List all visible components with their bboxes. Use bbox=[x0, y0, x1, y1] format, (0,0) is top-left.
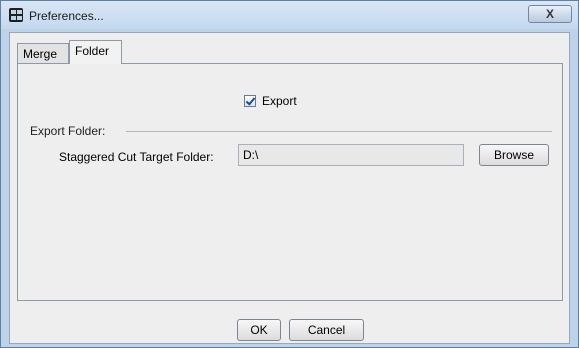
tab-merge[interactable]: Merge bbox=[17, 43, 69, 63]
group-divider bbox=[126, 131, 552, 132]
preferences-dialog: Preferences... X Merge Folder Export Exp… bbox=[0, 0, 579, 348]
target-folder-label: Staggered Cut Target Folder: bbox=[59, 150, 214, 164]
export-checkbox[interactable] bbox=[244, 95, 256, 107]
target-folder-input[interactable] bbox=[238, 144, 464, 166]
window-title: Preferences... bbox=[29, 9, 104, 23]
export-folder-group-title: Export Folder: bbox=[30, 124, 106, 138]
app-icon bbox=[9, 8, 23, 22]
cancel-button[interactable]: Cancel bbox=[289, 319, 364, 341]
export-checkbox-label: Export bbox=[262, 94, 297, 108]
ok-button[interactable]: OK bbox=[237, 319, 281, 341]
close-button[interactable]: X bbox=[528, 5, 572, 23]
browse-button[interactable]: Browse bbox=[479, 144, 549, 166]
folder-tab-panel: Export Export Folder: Staggered Cut Targ… bbox=[17, 63, 563, 301]
close-icon: X bbox=[545, 7, 554, 21]
title-bar[interactable]: Preferences... X bbox=[1, 1, 578, 29]
dialog-content: Merge Folder Export Export Folder: Stagg… bbox=[9, 32, 570, 344]
tab-folder[interactable]: Folder bbox=[69, 40, 122, 64]
